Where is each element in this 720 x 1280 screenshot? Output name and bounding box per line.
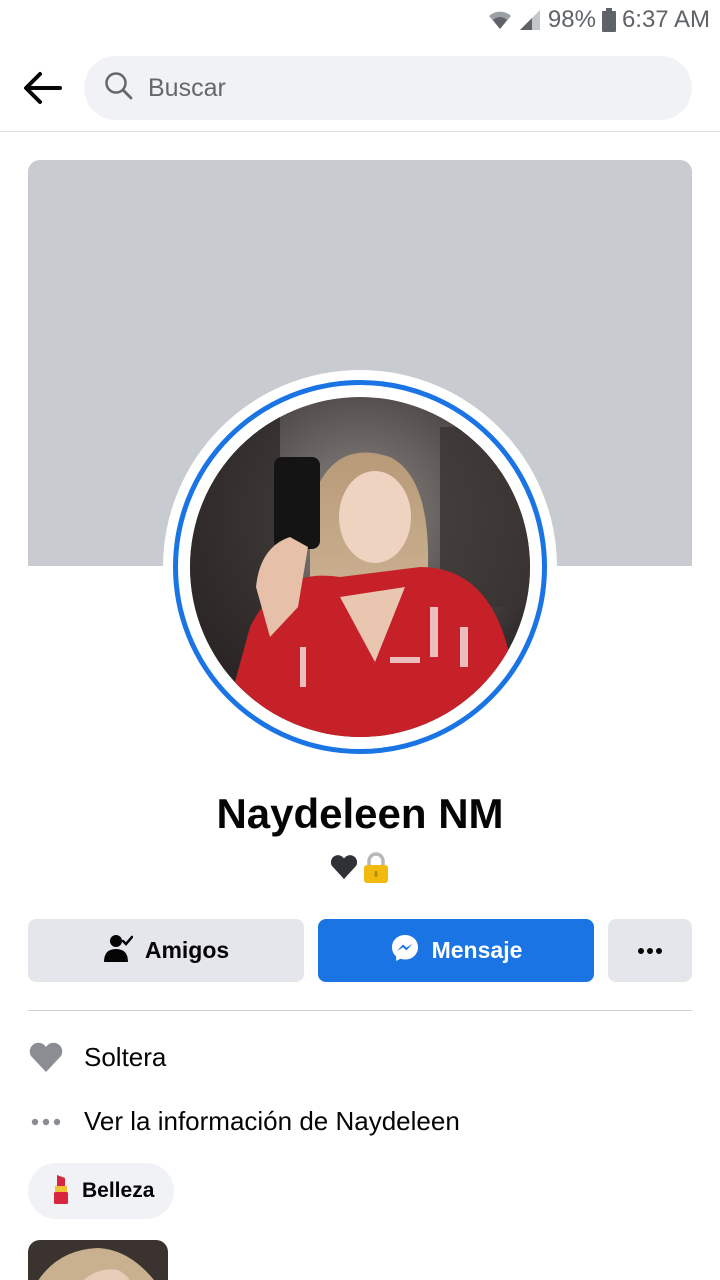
interest-label: Belleza <box>82 1179 155 1202</box>
back-button[interactable] <box>18 64 66 112</box>
top-bar: Buscar <box>0 44 720 132</box>
avatar-image <box>190 397 530 737</box>
see-about-label: Ver la información de Naydeleen <box>84 1106 460 1136</box>
message-label: Mensaje <box>431 937 523 963</box>
search-icon <box>104 71 134 106</box>
search-placeholder: Buscar <box>148 73 226 102</box>
section-divider <box>28 1010 692 1011</box>
lipstick-icon <box>50 1173 72 1210</box>
more-button[interactable] <box>608 919 692 982</box>
profile-picture[interactable] <box>163 370 557 764</box>
signal-icon <box>518 9 542 31</box>
relationship-status: Soltera <box>28 1040 166 1074</box>
profile-bio <box>0 852 720 889</box>
wifi-icon <box>488 9 512 31</box>
profile-name: Naydeleen NM <box>216 790 504 837</box>
photo-thumbnail[interactable] <box>28 1240 168 1280</box>
more-dots-icon <box>28 1118 64 1126</box>
interest-chip[interactable]: Belleza <box>28 1163 175 1219</box>
clock: 6:37 AM <box>621 6 710 33</box>
heart-icon <box>28 1040 64 1074</box>
messenger-icon <box>390 933 420 969</box>
friends-button[interactable]: Amigos <box>28 919 304 982</box>
black-heart-icon <box>329 852 359 889</box>
battery-icon <box>601 8 616 32</box>
relationship-label: Soltera <box>84 1041 167 1072</box>
story-ring <box>173 380 547 754</box>
more-dots-icon <box>638 947 662 954</box>
battery-percent: 98% <box>547 6 596 33</box>
see-about-link[interactable]: Ver la información de Naydeleen <box>28 1106 460 1137</box>
lock-icon <box>361 852 391 889</box>
arrow-left-icon <box>24 72 62 104</box>
status-indicators: 98% 6:37 AM <box>488 6 710 34</box>
message-button[interactable]: Mensaje <box>318 919 594 982</box>
friends-label: Amigos <box>144 937 230 963</box>
search-input[interactable]: Buscar <box>84 56 692 120</box>
status-bar: 98% 6:37 AM <box>0 0 720 44</box>
friends-icon <box>103 933 134 969</box>
